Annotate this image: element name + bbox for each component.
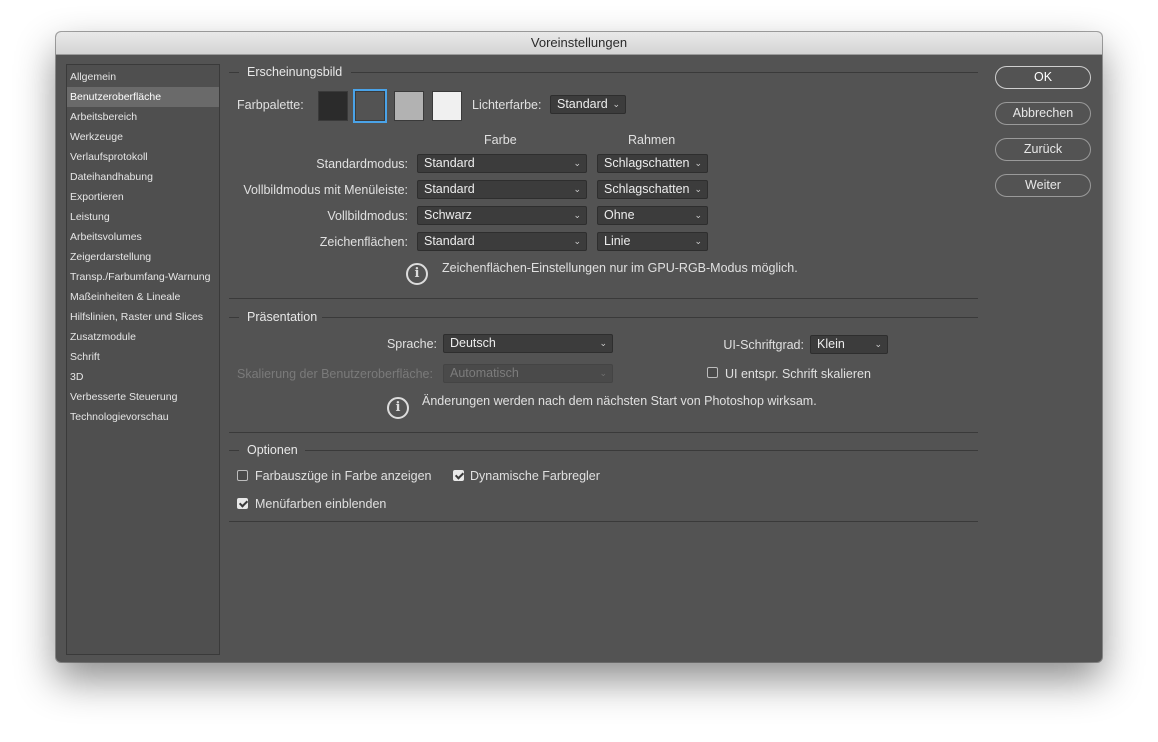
mode-row-label: Vollbildmodus mit Menüleiste:	[243, 183, 408, 197]
next-button[interactable]: Weiter	[995, 174, 1091, 197]
chevron-down-icon: ⌄	[694, 236, 702, 246]
mode-border-select-value: Linie	[604, 234, 631, 248]
mode-row-label: Vollbildmodus:	[327, 209, 408, 223]
appearance-group-title: Erscheinungsbild	[247, 65, 343, 79]
column-header-border: Rahmen	[628, 133, 676, 147]
dynamic-sliders-checkbox[interactable]	[453, 470, 464, 481]
chevron-down-icon: ⌄	[573, 184, 581, 194]
chevron-down-icon: ⌄	[573, 236, 581, 246]
color-swatch-light[interactable]	[432, 91, 462, 121]
scale-font-label: UI entspr. Schrift skalieren	[725, 367, 871, 381]
menu-colors-checkbox[interactable]	[237, 498, 248, 509]
chevron-down-icon: ⌄	[599, 338, 607, 348]
options-group-title: Optionen	[247, 443, 298, 457]
color-swatch-dark[interactable]	[353, 89, 387, 123]
language-label: Sprache:	[386, 337, 437, 351]
presentation-info-text: Änderungen werden nach dem nächsten Star…	[422, 394, 817, 408]
chevron-down-icon: ⌄	[599, 368, 607, 378]
group-border	[229, 298, 978, 299]
language-select[interactable]: Deutsch ⌄	[443, 334, 613, 353]
mode-color-select-value: Schwarz	[424, 208, 472, 222]
mode-border-select-value: Ohne	[604, 208, 635, 222]
content-panel: Erscheinungsbild Farbpalette: Lichterfar…	[56, 32, 1102, 662]
chevron-down-icon: ⌄	[694, 184, 702, 194]
mode-border-select[interactable]: Schlagschatten ⌄	[597, 180, 708, 199]
mode-color-select-value: Standard	[424, 234, 475, 248]
language-value: Deutsch	[450, 336, 496, 350]
info-icon: i	[406, 263, 428, 285]
group-border	[229, 450, 239, 451]
ui-font-size-value: Klein	[817, 337, 845, 351]
appearance-info-text: Zeichenflächen-Einstellungen nur im GPU-…	[442, 261, 798, 275]
ui-scaling-value: Automatisch	[450, 366, 519, 380]
highlight-color-value: Standard	[557, 97, 608, 111]
presentation-group-title: Präsentation	[247, 310, 318, 324]
column-header-color: Farbe	[484, 133, 517, 147]
mode-color-select-value: Standard	[424, 182, 475, 196]
mode-border-select[interactable]: Schlagschatten ⌄	[597, 154, 708, 173]
group-border	[229, 317, 239, 318]
cancel-button[interactable]: Abbrechen	[995, 102, 1091, 125]
mode-border-select[interactable]: Linie ⌄	[597, 232, 708, 251]
ui-scaling-select[interactable]: Automatisch ⌄	[443, 364, 613, 383]
mode-border-select[interactable]: Ohne ⌄	[597, 206, 708, 225]
color-swatch-medium[interactable]	[394, 91, 424, 121]
channels-in-color-checkbox[interactable]	[237, 470, 248, 481]
group-border	[229, 521, 978, 522]
chevron-down-icon: ⌄	[612, 99, 620, 109]
dynamic-sliders-label: Dynamische Farbregler	[470, 469, 600, 483]
ui-font-size-label: UI-Schriftgrad:	[723, 338, 804, 352]
color-swatch-darkest[interactable]	[318, 91, 348, 121]
mode-border-select-value: Schlagschatten	[604, 156, 690, 170]
chevron-down-icon: ⌄	[694, 158, 702, 168]
highlight-color-select[interactable]: Standard ⌄	[550, 95, 626, 114]
chevron-down-icon: ⌄	[694, 210, 702, 220]
mode-color-select-value: Standard	[424, 156, 475, 170]
back-button[interactable]: Zurück	[995, 138, 1091, 161]
chevron-down-icon: ⌄	[573, 210, 581, 220]
mode-row-label: Zeichenflächen:	[319, 235, 408, 249]
mode-border-select-value: Schlagschatten	[604, 182, 690, 196]
chevron-down-icon: ⌄	[874, 339, 882, 349]
menu-colors-label: Menüfarben einblenden	[255, 497, 387, 511]
group-border	[229, 432, 978, 433]
group-border	[305, 450, 978, 451]
group-border	[351, 72, 978, 73]
scale-font-checkbox[interactable]	[707, 367, 718, 378]
mode-row-label: Standardmodus:	[316, 157, 408, 171]
ui-scaling-label: Skalierung der Benutzeroberfläche:	[237, 367, 433, 381]
info-icon: i	[387, 397, 409, 419]
channels-in-color-label: Farbauszüge in Farbe anzeigen	[255, 469, 432, 483]
palette-label: Farbpalette:	[237, 98, 304, 112]
mode-color-select[interactable]: Schwarz ⌄	[417, 206, 587, 225]
chevron-down-icon: ⌄	[573, 158, 581, 168]
group-border	[229, 72, 239, 73]
mode-color-select[interactable]: Standard ⌄	[417, 180, 587, 199]
ok-button[interactable]: OK	[995, 66, 1091, 89]
ui-font-size-select[interactable]: Klein ⌄	[810, 335, 888, 354]
mode-color-select[interactable]: Standard ⌄	[417, 154, 587, 173]
mode-color-select[interactable]: Standard ⌄	[417, 232, 587, 251]
highlight-color-label: Lichterfarbe:	[472, 98, 542, 112]
group-border	[322, 317, 978, 318]
preferences-dialog: Voreinstellungen Allgemein Benutzeroberfl…	[56, 32, 1102, 662]
